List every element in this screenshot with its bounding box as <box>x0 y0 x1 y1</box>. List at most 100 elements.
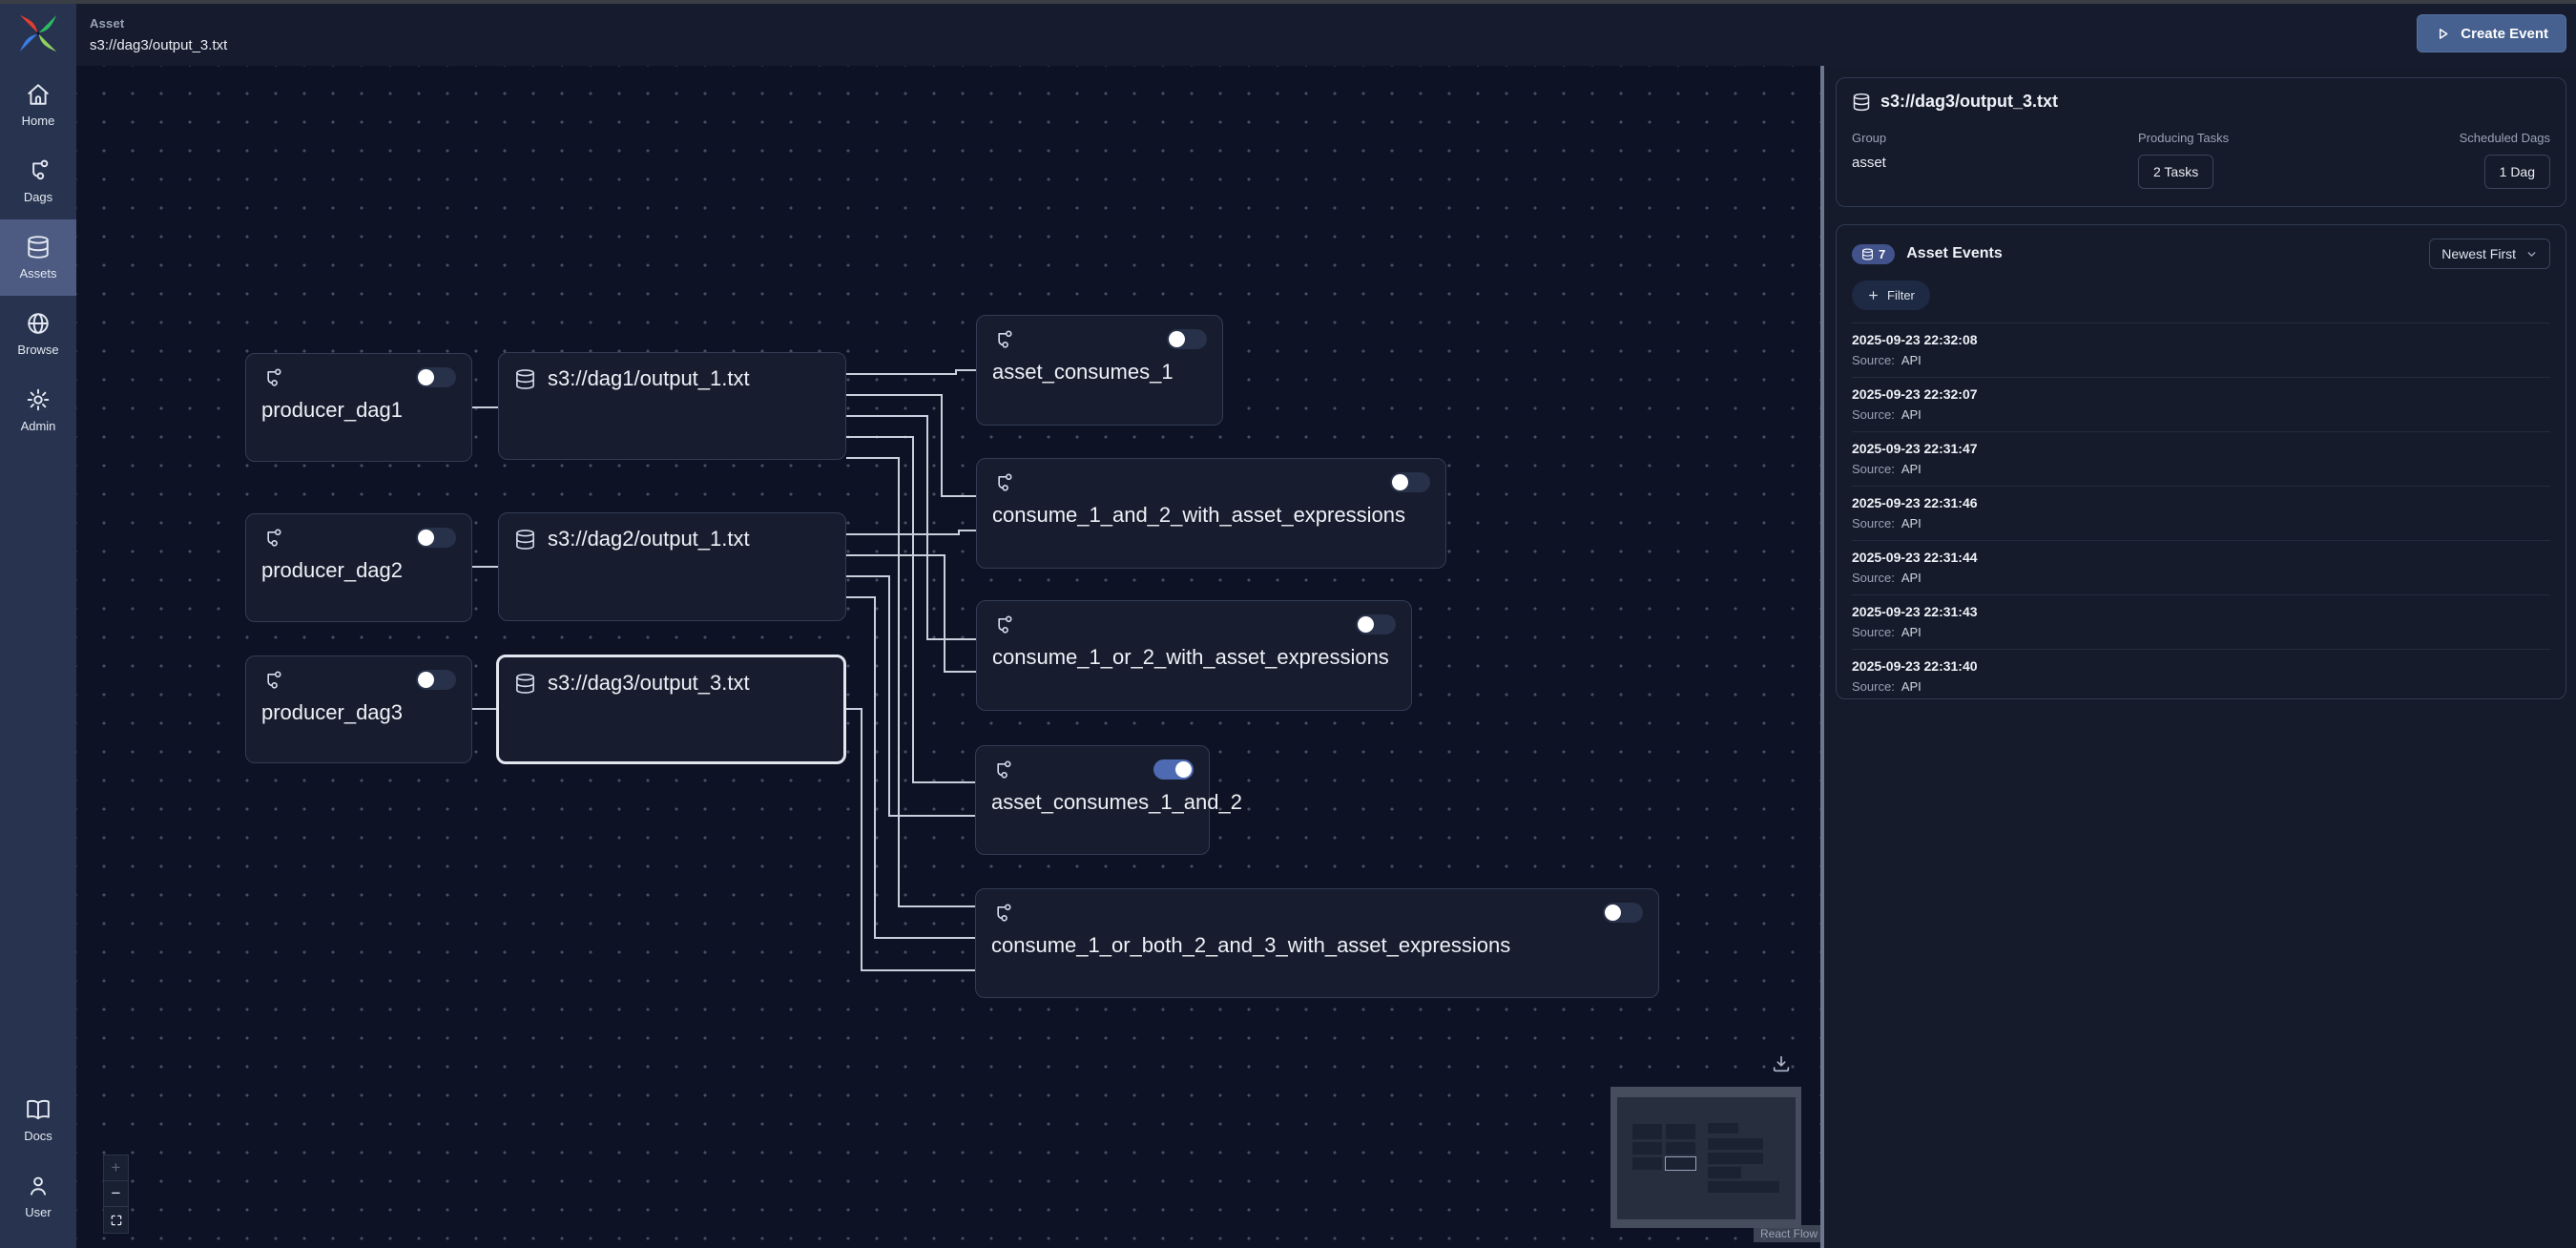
dag-icon <box>992 329 1014 351</box>
breadcrumb[interactable]: Asset <box>90 16 124 31</box>
sort-order-value: Newest First <box>2441 246 2516 261</box>
graph-node-asset2[interactable]: s3://dag2/output_1.txt <box>498 512 846 621</box>
graph-node-asset1[interactable]: s3://dag1/output_1.txt <box>498 352 846 460</box>
sidebar-item-assets[interactable]: Assets <box>0 219 76 296</box>
sidebar-item-user[interactable]: User <box>0 1158 76 1235</box>
sidebar-item-docs[interactable]: Docs <box>0 1082 76 1158</box>
toggle-knob <box>1358 616 1374 633</box>
toggle-knob <box>1605 905 1621 921</box>
dag-icon <box>26 158 51 183</box>
create-event-label: Create Event <box>2461 26 2548 42</box>
graph-node-c5[interactable]: consume_1_or_both_2_and_3_with_asset_exp… <box>975 888 1659 998</box>
dag-pause-toggle[interactable] <box>1603 903 1643 923</box>
sidebar-nav: HomeDags Assets Browse Admin <box>0 67 76 448</box>
asset-event-row: 2025-09-23 22:31:47Source:API <box>1852 432 2550 487</box>
toggle-knob <box>418 672 434 688</box>
zoom-controls: + − <box>103 1154 129 1234</box>
event-timestamp: 2025-09-23 22:31:44 <box>1852 550 2550 565</box>
sidebar-item-browse[interactable]: Browse <box>0 296 76 372</box>
zoom-in-button[interactable]: + <box>104 1155 128 1181</box>
minimap-node <box>1632 1142 1662 1154</box>
fit-view-button[interactable] <box>104 1207 128 1233</box>
dag-pause-toggle[interactable] <box>416 670 456 690</box>
asset-event-row: 2025-09-23 22:32:07Source:API <box>1852 378 2550 432</box>
toggle-knob <box>1392 474 1408 490</box>
minimap-node <box>1666 1157 1695 1170</box>
graph-node-producer_dag1[interactable]: producer_dag1 <box>245 353 472 462</box>
scheduled-dags-label: Scheduled Dags <box>2460 131 2550 145</box>
event-source: Source:API <box>1852 516 2550 530</box>
group-value: asset <box>1852 155 2138 171</box>
sidebar-item-label: Admin <box>21 419 56 433</box>
minimap-node <box>1666 1124 1695 1139</box>
sidebar-nav-bottom: DocsUser <box>0 1082 76 1248</box>
dag-icon <box>991 903 1013 925</box>
events-count: 7 <box>1879 247 1885 261</box>
globe-icon <box>26 311 51 336</box>
toggle-knob <box>418 369 434 385</box>
node-title: producer_dag2 <box>261 558 456 583</box>
event-timestamp: 2025-09-23 22:31:40 <box>1852 658 2550 674</box>
window-chrome-strip <box>0 0 2576 4</box>
graph-node-c3[interactable]: consume_1_or_2_with_asset_expressions <box>976 600 1412 711</box>
node-title: s3://dag3/output_3.txt <box>548 671 750 696</box>
node-title: consume_1_or_2_with_asset_expressions <box>992 645 1396 670</box>
asset-events-list: 2025-09-23 22:32:08Source:API2025-09-23 … <box>1852 323 2550 699</box>
asset-events-title: Asset Events <box>1906 245 2003 262</box>
node-title: consume_1_and_2_with_asset_expressions <box>992 503 1430 528</box>
minimap-node <box>1708 1123 1738 1134</box>
event-source: Source:API <box>1852 571 2550 585</box>
filter-button[interactable]: Filter <box>1852 281 1930 310</box>
create-event-button[interactable]: Create Event <box>2417 14 2566 52</box>
toggle-knob <box>418 530 434 546</box>
minimap-node <box>1666 1142 1695 1154</box>
minimap[interactable] <box>1610 1087 1801 1228</box>
sidebar: HomeDags Assets Browse Admin DocsUser <box>0 0 76 1248</box>
node-title: asset_consumes_1 <box>992 360 1207 385</box>
database-icon <box>514 368 536 390</box>
zoom-out-button[interactable]: − <box>104 1181 128 1207</box>
sidebar-item-admin[interactable]: Admin <box>0 372 76 448</box>
book-icon <box>26 1097 51 1122</box>
sort-order-select[interactable]: Newest First <box>2429 239 2550 269</box>
asset-event-row: 2025-09-23 22:31:44 Source:API <box>1852 541 2550 595</box>
page-title: s3://dag3/output_3.txt <box>90 37 227 53</box>
airflow-logo-icon[interactable] <box>0 0 76 67</box>
sidebar-item-label: Browse <box>17 343 58 357</box>
group-label: Group <box>1852 131 2138 145</box>
download-image-icon[interactable] <box>1771 1053 1794 1076</box>
database-icon <box>514 673 536 695</box>
graph-node-producer_dag2[interactable]: producer_dag2 <box>245 513 472 622</box>
dag-icon <box>992 614 1014 636</box>
producing-tasks-button[interactable]: 2 Tasks <box>2138 155 2213 189</box>
graph-node-c1[interactable]: asset_consumes_1 <box>976 315 1223 426</box>
dag-icon <box>261 528 283 550</box>
dag-pause-toggle[interactable] <box>1356 614 1396 634</box>
sidebar-item-label: Assets <box>19 266 56 281</box>
event-timestamp: 2025-09-23 22:31:46 <box>1852 495 2550 510</box>
panel-resizer[interactable] <box>1820 66 1824 1248</box>
asset-title: s3://dag3/output_3.txt <box>1880 92 2058 112</box>
dag-pause-toggle[interactable] <box>1167 329 1207 349</box>
toggle-knob <box>1175 761 1192 778</box>
scheduled-dags-button[interactable]: 1 Dag <box>2484 155 2550 189</box>
asset-event-row: 2025-09-23 22:31:40Source:API <box>1852 650 2550 699</box>
sidebar-item-dags[interactable]: Dags <box>0 143 76 219</box>
sidebar-item-home[interactable]: Home <box>0 67 76 143</box>
sidebar-spacer <box>0 448 76 1082</box>
events-count-badge: 7 <box>1852 244 1895 264</box>
node-title: asset_consumes_1_and_2 <box>991 790 1194 815</box>
event-source: Source:API <box>1852 625 2550 639</box>
dag-pause-toggle[interactable] <box>1153 759 1194 780</box>
graph-node-c2[interactable]: consume_1_and_2_with_asset_expressions <box>976 458 1446 569</box>
dag-pause-toggle[interactable] <box>1390 472 1430 492</box>
graph-node-c4[interactable]: asset_consumes_1_and_2 <box>975 745 1210 855</box>
node-title: s3://dag1/output_1.txt <box>548 366 750 391</box>
dag-pause-toggle[interactable] <box>416 528 456 548</box>
graph-node-asset3[interactable]: s3://dag3/output_3.txt <box>496 655 846 764</box>
home-icon <box>26 82 51 107</box>
graph-node-producer_dag3[interactable]: producer_dag3 <box>245 655 472 763</box>
user-icon <box>26 1174 51 1198</box>
dag-pause-toggle[interactable] <box>416 367 456 387</box>
node-title: producer_dag1 <box>261 398 456 423</box>
